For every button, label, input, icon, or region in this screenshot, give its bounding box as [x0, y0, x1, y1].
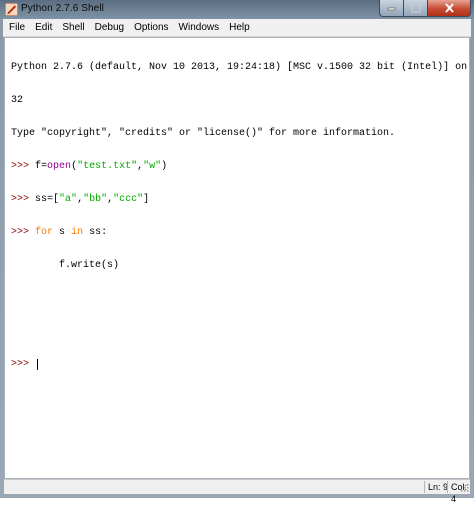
code-line-for: >>> for s in ss: [11, 227, 469, 238]
status-bar: Ln: 9 Col: 4 [4, 479, 470, 504]
minimize-button[interactable] [379, 0, 404, 17]
maximize-icon [410, 3, 421, 13]
menu-edit[interactable]: Edit [30, 19, 57, 36]
menu-options[interactable]: Options [129, 19, 173, 36]
string-literal: "ccc" [113, 194, 144, 205]
menu-debug[interactable]: Debug [90, 19, 129, 36]
code-text: ss=[ [35, 194, 60, 205]
menu-windows[interactable]: Windows [174, 19, 225, 36]
current-prompt-line[interactable]: >>> [11, 359, 469, 370]
text-cursor [37, 359, 39, 370]
shell-text-area[interactable]: Python 2.7.6 (default, Nov 10 2013, 19:2… [4, 37, 470, 479]
maximize-button[interactable] [404, 0, 428, 17]
keyword-for: for [35, 227, 54, 238]
python-feather-icon [5, 3, 18, 16]
code-line-list: >>> ss=["a","bb","ccc"] [11, 194, 469, 205]
string-literal: "bb" [83, 194, 108, 205]
shell-output: Python 2.7.6 (default, Nov 10 2013, 19:2… [11, 40, 470, 392]
menu-file[interactable]: File [3, 19, 30, 36]
prompt: >>> [11, 227, 30, 238]
resize-grip-icon[interactable] [460, 483, 469, 492]
window-controls [379, 0, 471, 18]
menu-shell[interactable]: Shell [57, 19, 89, 36]
string-literal: "w" [143, 161, 162, 172]
title-bar[interactable]: Python 2.7.6 Shell [0, 0, 474, 19]
builtin-open: open [47, 161, 72, 172]
window-title: Python 2.7.6 Shell [21, 3, 104, 14]
minimize-icon [387, 7, 396, 11]
close-icon [444, 3, 454, 13]
code-text: ss: [83, 227, 108, 238]
string-literal: "a" [59, 194, 78, 205]
string-literal: "test.txt" [77, 161, 138, 172]
code-line-body: f.write(s) [11, 260, 469, 271]
menu-help[interactable]: Help [224, 19, 255, 36]
menu-bar: File Edit Shell Debug Options Windows He… [3, 19, 471, 37]
banner-line: Python 2.7.6 (default, Nov 10 2013, 19:2… [11, 62, 470, 73]
prompt: >>> [11, 194, 30, 205]
prompt: >>> [11, 359, 30, 370]
code-line-open: >>> f=open("test.txt","w") [11, 161, 469, 172]
banner-line: Type "copyright", "credits" or "license(… [11, 128, 396, 139]
banner-line: 32 [11, 95, 24, 106]
code-text: ] [143, 194, 150, 205]
code-text: f.write(s) [59, 260, 120, 271]
close-button[interactable] [428, 0, 471, 17]
code-text: f= [35, 161, 48, 172]
window-frame: Python 2.7.6 Shell File Edit Shell Debug… [0, 0, 474, 504]
keyword-in: in [71, 227, 84, 238]
prompt: >>> [11, 161, 30, 172]
code-text: s [53, 227, 72, 238]
code-text: ) [161, 161, 168, 172]
